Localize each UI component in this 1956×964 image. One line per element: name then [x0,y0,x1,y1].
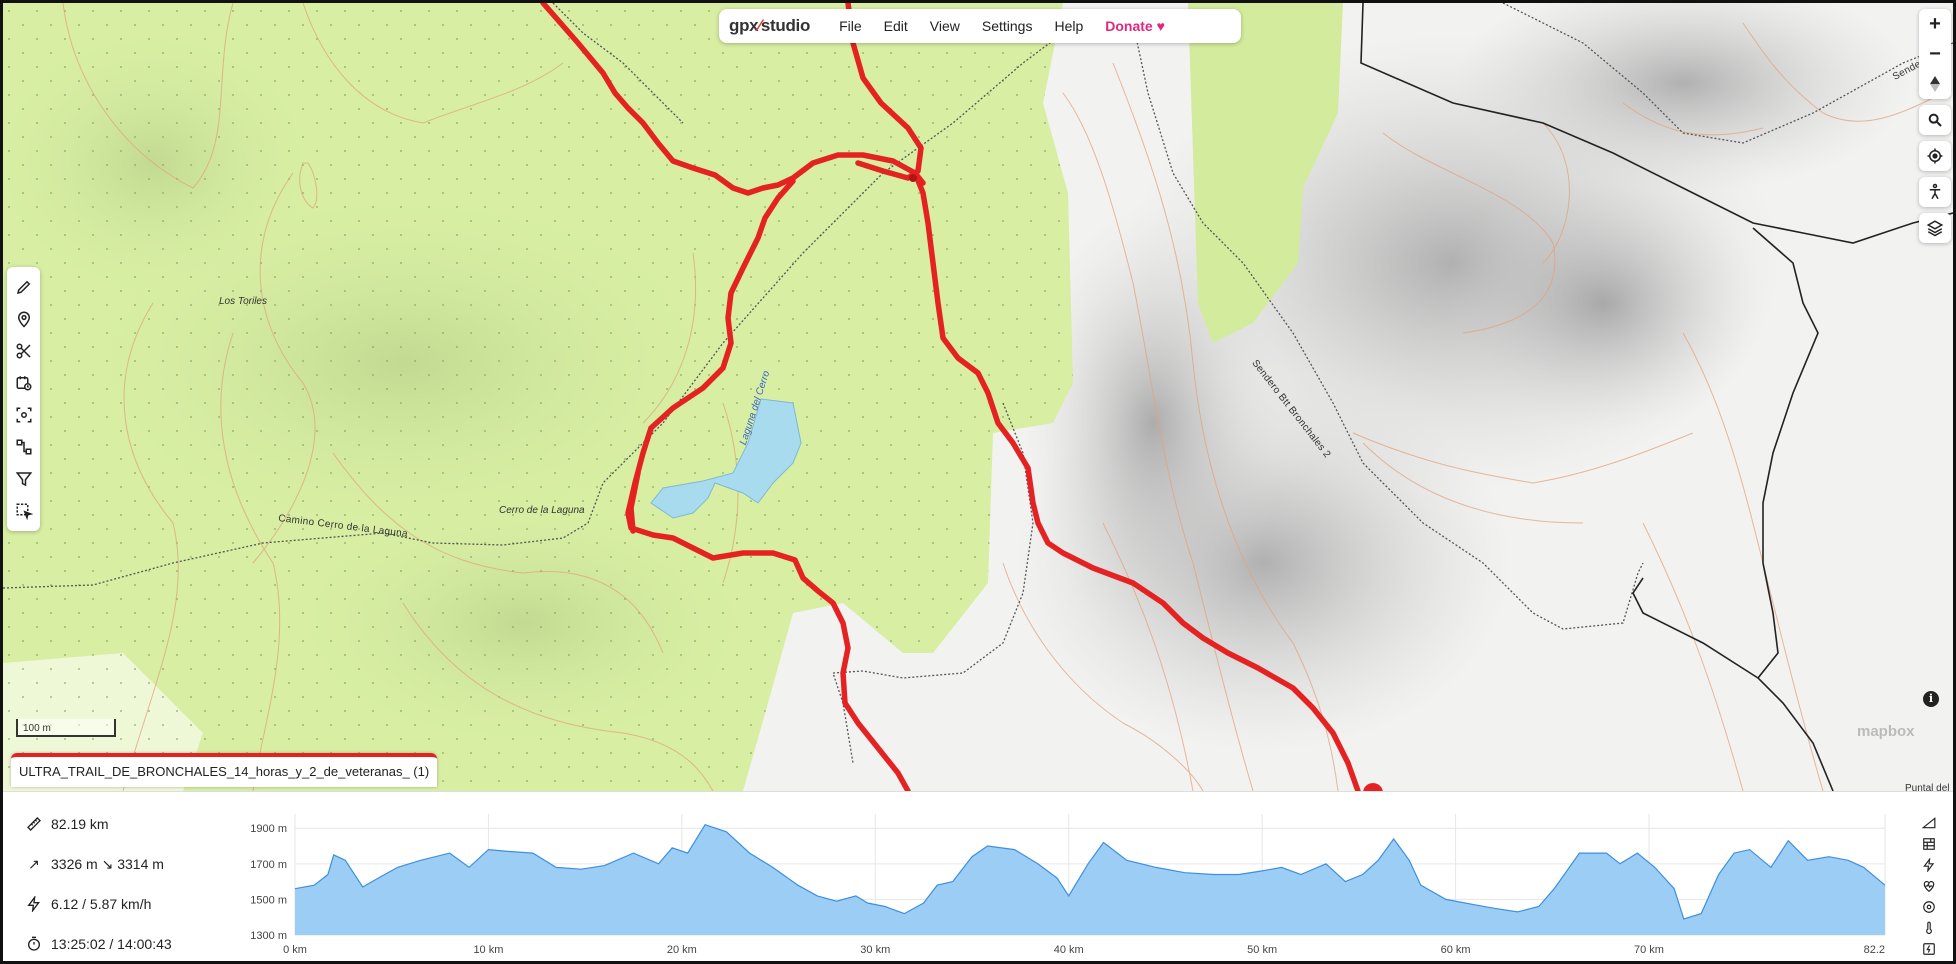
x-tick-label: 20 km [667,944,697,956]
map-canvas[interactable] [3,3,1953,791]
cadence-icon[interactable] [1918,896,1940,917]
trend-up-icon: ↗ [28,855,40,872]
menu-settings[interactable]: Settings [971,18,1044,34]
power-icon[interactable] [1918,938,1940,959]
track-statistics: 82.19 km ↗ 3326 m ↘ 3314 m 6.12 / 5.87 k… [23,804,223,961]
zoom-controls: + − [1919,9,1951,99]
temperature-icon[interactable] [1918,917,1940,938]
route-icon[interactable] [9,431,39,463]
heart-rate-icon[interactable] [1918,875,1940,896]
x-tick-label: 60 km [1441,944,1471,956]
ruler-icon [23,816,45,832]
menu-help[interactable]: Help [1043,18,1094,34]
elevation-profile-chart[interactable]: 1300 m 1500 m 1700 m 1900 m 0 km 10 km 20 km 30… [233,792,1893,962]
profile-toolbar [1918,812,1940,959]
lightning-icon [23,896,45,912]
speed-stat: 6.12 / 5.87 km/h [23,884,223,924]
y-tick-label: 1300 m [250,930,287,942]
speed-icon[interactable] [1918,854,1940,875]
select-icon[interactable] [9,495,39,527]
place-label-los-toriles: Los Toriles [219,296,267,307]
menu-file[interactable]: File [828,18,873,34]
donate-button[interactable]: Donate ♥ [1094,18,1176,34]
zoom-in-icon[interactable]: + [1919,9,1951,39]
info-icon[interactable]: i [1923,691,1939,707]
elevation-area [295,824,1885,935]
file-tab[interactable]: ULTRA_TRAIL_DE_BRONCHALES_14_horas_y_2_d… [11,753,438,787]
surface-icon[interactable] [1918,833,1940,854]
map-pin-icon[interactable] [9,303,39,335]
slope-icon[interactable] [1918,812,1940,833]
timer-icon [23,936,45,952]
map-attribution[interactable]: Puntal del [1905,783,1949,791]
locate-control [1919,141,1951,171]
person-icon[interactable] [1919,177,1951,207]
x-tick-label: 40 km [1054,944,1084,956]
heart-icon: ♥ [1156,18,1165,34]
calendar-clock-icon[interactable] [9,367,39,399]
filter-icon[interactable] [9,463,39,495]
distance-stat: 82.19 km [23,804,223,844]
x-tick-label: 30 km [860,944,890,956]
menu-edit[interactable]: Edit [873,18,919,34]
compass-icon[interactable] [1919,69,1951,99]
x-tick-label: 10 km [473,944,503,956]
time-stat: 13:25:02 / 14:00:43 [23,924,223,961]
file-tab-name: ULTRA_TRAIL_DE_BRONCHALES_14_horas_y_2_d… [19,764,430,779]
place-label-cerro-de-la-laguna: Cerro de la Laguna [499,505,585,516]
x-tick-label: 0 km [283,944,307,956]
map-view[interactable]: Los Toriles Cerro de la Laguna Camino Ce… [3,3,1953,791]
locate-icon[interactable] [1919,141,1951,171]
mapbox-logo[interactable]: mapbox [1857,723,1915,740]
app-window: Los Toriles Cerro de la Laguna Camino Ce… [0,0,1956,964]
elevation-stat: ↗ 3326 m ↘ 3314 m [23,844,223,884]
top-menu-bar: gpx⁄studio File Edit View Settings Help … [719,9,1241,43]
street-view-control [1919,177,1951,207]
layers-icon[interactable] [1919,213,1951,243]
scissors-icon[interactable] [9,335,39,367]
y-tick-label: 1700 m [250,859,287,871]
layers-control [1919,213,1951,243]
left-toolbar [7,267,40,531]
search-icon[interactable] [1919,105,1951,135]
right-toolbar: + − [1919,9,1951,249]
pencil-icon[interactable] [9,271,39,303]
gpx-studio-logo[interactable]: gpx⁄studio [729,16,810,36]
menu-view[interactable]: View [919,18,971,34]
y-tick-label: 1900 m [250,823,287,835]
scan-icon[interactable] [9,399,39,431]
bottom-panel: 82.19 km ↗ 3326 m ↘ 3314 m 6.12 / 5.87 k… [3,791,1953,961]
search-control [1919,105,1951,135]
x-tick-label: 70 km [1634,944,1664,956]
zoom-out-icon[interactable]: − [1919,39,1951,69]
x-tick-label: 82.2 [1864,944,1885,956]
y-tick-label: 1500 m [250,894,287,906]
x-tick-label: 50 km [1247,944,1277,956]
scale-bar: 100 m [16,719,116,737]
